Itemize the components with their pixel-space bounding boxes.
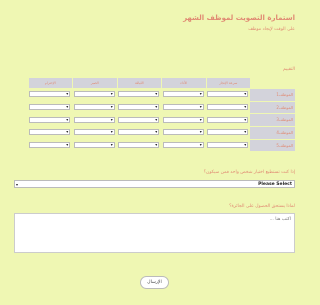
rating-dropdown[interactable]: ▾ bbox=[207, 116, 249, 123]
row-label-employee2: الموظف2 bbox=[250, 100, 295, 114]
row-label-employee1: الموظف1 bbox=[250, 88, 295, 101]
rating-grid: سرعة الإنجاز الأداء اللياقة الصبر الإحتر… bbox=[14, 78, 295, 152]
grid-corner bbox=[250, 78, 295, 88]
chevron-down-icon: ▾ bbox=[199, 104, 202, 110]
grid-row: الموظف3 ▾ ▾ ▾ ▾ ▾ bbox=[14, 113, 295, 127]
chevron-down-icon: ▾ bbox=[66, 129, 69, 135]
chevron-down-icon: ▾ bbox=[199, 91, 202, 97]
chevron-down-icon: ▾ bbox=[155, 142, 158, 148]
question-best-employee: إذا كنت تستطيع اختيار شخص واحد فمن سيكون… bbox=[203, 170, 295, 175]
grid-col-respect: الإحترام bbox=[27, 78, 72, 88]
rating-dropdown[interactable]: ▾ bbox=[162, 104, 204, 111]
rating-label: التقييم bbox=[283, 67, 295, 72]
chevron-down-icon: ▾ bbox=[110, 129, 113, 135]
grid-col-fitness: اللياقة bbox=[116, 78, 161, 88]
rating-dropdown[interactable]: ▾ bbox=[207, 104, 249, 111]
chevron-down-icon: ▾ bbox=[155, 116, 158, 122]
question-reason: لماذا يستحق الحصول على الجائزة؟ bbox=[229, 204, 295, 209]
rating-dropdown[interactable]: ▾ bbox=[162, 129, 204, 136]
chevron-down-icon: ▾ bbox=[244, 142, 247, 148]
chevron-down-icon: ▾ bbox=[16, 182, 19, 187]
grid-row: الموظف5 ▾ ▾ ▾ ▾ ▾ bbox=[14, 138, 295, 152]
grid-col-patience: الصبر bbox=[72, 78, 117, 88]
rating-dropdown[interactable]: ▾ bbox=[29, 91, 71, 98]
rating-dropdown[interactable]: ▾ bbox=[207, 142, 249, 149]
chevron-down-icon: ▾ bbox=[110, 142, 113, 148]
form-subtitle: على الوقت لإيجاد موظف bbox=[248, 27, 295, 32]
grid-header: سرعة الإنجاز الأداء اللياقة الصبر الإحتر… bbox=[14, 78, 295, 88]
submit-button[interactable]: الإرسال bbox=[140, 276, 169, 289]
employee-vote-form: استمارة التصويت لموظف الشهر على الوقت لإ… bbox=[0, 0, 310, 305]
row-label-employee5: الموظف5 bbox=[250, 138, 295, 152]
chevron-down-icon: ▾ bbox=[110, 116, 113, 122]
employee-select-value: Please Select bbox=[258, 182, 292, 187]
rating-dropdown[interactable]: ▾ bbox=[73, 129, 115, 136]
rating-dropdown[interactable]: ▾ bbox=[207, 91, 249, 98]
rating-dropdown[interactable]: ▾ bbox=[29, 104, 71, 111]
chevron-down-icon: ▾ bbox=[110, 91, 113, 97]
rating-dropdown[interactable]: ▾ bbox=[118, 129, 160, 136]
chevron-down-icon: ▾ bbox=[244, 91, 247, 97]
rating-dropdown[interactable]: ▾ bbox=[118, 91, 160, 98]
reason-textarea-placeholder: اكتب هنا ... bbox=[269, 217, 291, 222]
chevron-down-icon: ▾ bbox=[110, 104, 113, 110]
reason-textarea[interactable]: اكتب هنا ... bbox=[14, 213, 295, 253]
rating-dropdown[interactable]: ▾ bbox=[118, 116, 160, 123]
row-label-employee4: الموظف4 bbox=[250, 126, 295, 139]
grid-col-performance: الأداء bbox=[161, 78, 206, 88]
form-title: استمارة التصويت لموظف الشهر bbox=[183, 14, 295, 22]
rating-dropdown[interactable]: ▾ bbox=[73, 91, 115, 98]
row-label-employee3: الموظف3 bbox=[250, 113, 295, 127]
chevron-down-icon: ▾ bbox=[199, 129, 202, 135]
rating-dropdown[interactable]: ▾ bbox=[73, 142, 115, 149]
rating-dropdown[interactable]: ▾ bbox=[73, 116, 115, 123]
rating-dropdown[interactable]: ▾ bbox=[29, 129, 71, 136]
chevron-down-icon: ▾ bbox=[244, 116, 247, 122]
chevron-down-icon: ▾ bbox=[244, 129, 247, 135]
rating-dropdown[interactable]: ▾ bbox=[29, 142, 71, 149]
employee-select[interactable]: Please Select ▾ bbox=[14, 180, 295, 188]
grid-row: الموظف1 ▾ ▾ ▾ ▾ ▾ bbox=[14, 88, 295, 101]
chevron-down-icon: ▾ bbox=[155, 104, 158, 110]
rating-dropdown[interactable]: ▾ bbox=[118, 104, 160, 111]
chevron-down-icon: ▾ bbox=[66, 104, 69, 110]
chevron-down-icon: ▾ bbox=[199, 142, 202, 148]
chevron-down-icon: ▾ bbox=[155, 91, 158, 97]
rating-dropdown[interactable]: ▾ bbox=[162, 116, 204, 123]
chevron-down-icon: ▾ bbox=[244, 104, 247, 110]
chevron-down-icon: ▾ bbox=[199, 116, 202, 122]
grid-row: الموظف4 ▾ ▾ ▾ ▾ ▾ bbox=[14, 126, 295, 139]
grid-col-speed: سرعة الإنجاز bbox=[205, 78, 250, 88]
rating-dropdown[interactable]: ▾ bbox=[207, 129, 249, 136]
chevron-down-icon: ▾ bbox=[66, 116, 69, 122]
rating-dropdown[interactable]: ▾ bbox=[118, 142, 160, 149]
rating-dropdown[interactable]: ▾ bbox=[29, 116, 71, 123]
chevron-down-icon: ▾ bbox=[66, 91, 69, 97]
rating-dropdown[interactable]: ▾ bbox=[162, 91, 204, 98]
grid-row: الموظف2 ▾ ▾ ▾ ▾ ▾ bbox=[14, 100, 295, 114]
chevron-down-icon: ▾ bbox=[155, 129, 158, 135]
rating-dropdown[interactable]: ▾ bbox=[162, 142, 204, 149]
chevron-down-icon: ▾ bbox=[66, 142, 69, 148]
rating-dropdown[interactable]: ▾ bbox=[73, 104, 115, 111]
